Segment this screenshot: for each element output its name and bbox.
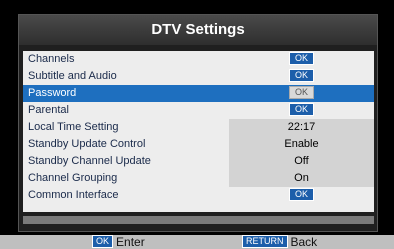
ok-button[interactable]: OK — [288, 102, 314, 116]
menu-item-label: Common Interface — [28, 189, 119, 201]
menu-item-local-time[interactable]: Local Time Setting 22:17 — [23, 119, 374, 136]
menu-item-channels[interactable]: Channels OK — [23, 51, 374, 68]
menu-item-label: Standby Channel Update — [28, 155, 151, 167]
menu-item-value: OK — [229, 187, 374, 204]
settings-menu: Channels OK Subtitle and Audio OK Passwo… — [23, 51, 374, 212]
back-label: Back — [290, 235, 318, 249]
ok-button[interactable]: OK — [288, 187, 314, 201]
menu-item-label: Channel Grouping — [28, 172, 118, 184]
menu-item-value: OK — [229, 51, 374, 68]
ok-button[interactable]: OK — [288, 85, 314, 99]
menu-item-value: OK — [229, 85, 374, 102]
menu-item-value: OK — [229, 68, 374, 85]
menu-item-value: OK — [229, 102, 374, 119]
menu-item-value: On — [229, 170, 374, 187]
menu-item-channel-grouping[interactable]: Channel Grouping On — [23, 170, 374, 187]
ok-key-icon: OK — [92, 235, 114, 249]
menu-item-label: Subtitle and Audio — [28, 70, 117, 82]
tv-screen: DTV Settings Channels OK Subtitle and Au… — [0, 0, 394, 249]
menu-item-label: Password — [28, 87, 77, 99]
menu-item-label: Standby Update Control — [28, 138, 146, 150]
dtv-settings-panel: DTV Settings Channels OK Subtitle and Au… — [18, 14, 378, 232]
ok-button[interactable]: OK — [288, 68, 314, 82]
menu-item-common-interface[interactable]: Common Interface OK — [23, 187, 374, 204]
enter-hint[interactable]: OK Enter — [92, 235, 145, 249]
return-key-icon: RETURN — [242, 235, 288, 249]
panel-title: DTV Settings — [19, 15, 377, 45]
menu-item-standby-update-control[interactable]: Standby Update Control Enable — [23, 136, 374, 153]
menu-item-standby-channel-update[interactable]: Standby Channel Update Off — [23, 153, 374, 170]
menu-item-subtitle-audio[interactable]: Subtitle and Audio OK — [23, 68, 374, 85]
menu-item-value: Enable — [229, 136, 374, 153]
back-hint[interactable]: RETURN Back — [242, 235, 317, 249]
menu-item-label: Local Time Setting — [28, 121, 119, 133]
enter-label: Enter — [116, 235, 145, 249]
menu-item-password[interactable]: Password OK — [23, 85, 374, 102]
info-bar — [23, 216, 374, 224]
menu-item-label: Channels — [28, 53, 75, 65]
footer-help-bar: OK Enter RETURN Back — [0, 235, 394, 249]
menu-item-parental[interactable]: Parental OK — [23, 102, 374, 119]
menu-item-label: Parental — [28, 104, 69, 116]
ok-button[interactable]: OK — [288, 51, 314, 65]
menu-item-value: 22:17 — [229, 119, 374, 136]
menu-item-value: Off — [229, 153, 374, 170]
